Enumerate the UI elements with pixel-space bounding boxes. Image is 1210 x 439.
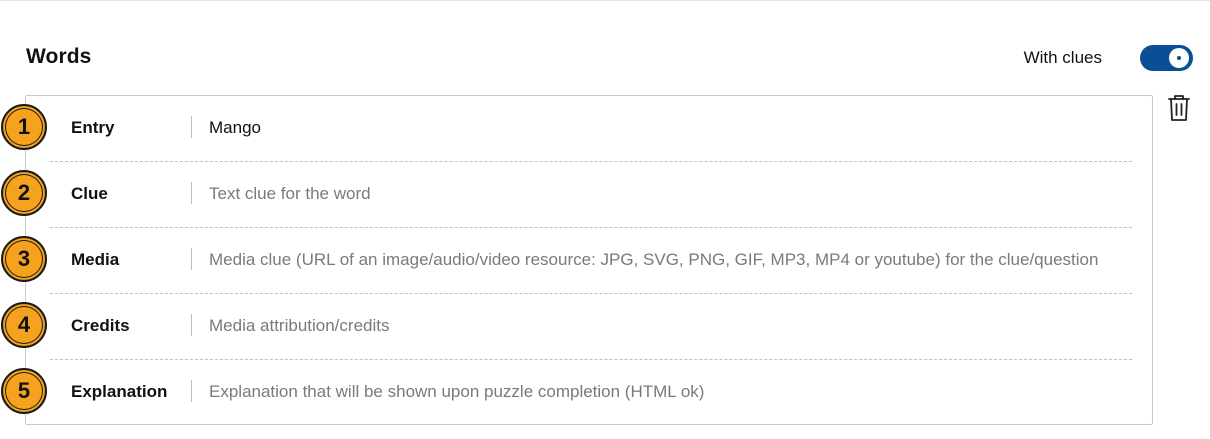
- word-field-row-explanation: 5 Explanation: [1, 360, 1154, 426]
- clues-toggle-label: With clues: [1023, 48, 1102, 67]
- field-label: Credits: [71, 316, 130, 335]
- field-divider: [191, 116, 192, 138]
- credits-input[interactable]: [209, 312, 1099, 340]
- toggle-knob: [1169, 48, 1189, 68]
- word-field-row-media: 3 Media: [1, 228, 1154, 294]
- field-label: Entry: [71, 118, 115, 137]
- word-card: 1 Entry 2 Clue 3 Media 4 Credits 5 Expla…: [1, 95, 1154, 426]
- explanation-input[interactable]: [209, 378, 1099, 406]
- clues-toggle-switch[interactable]: [1140, 45, 1193, 71]
- field-label: Explanation: [71, 382, 168, 401]
- word-field-row-credits: 4 Credits: [1, 294, 1154, 360]
- trash-icon[interactable]: [1166, 93, 1192, 123]
- top-divider: [0, 0, 1210, 1]
- field-divider: [191, 248, 192, 270]
- step-badge: 2: [1, 170, 47, 216]
- word-field-row-clue: 2 Clue: [1, 162, 1154, 228]
- clue-input[interactable]: [209, 180, 1099, 208]
- entry-input[interactable]: [209, 114, 1099, 142]
- field-label: Clue: [71, 184, 108, 203]
- step-badge: 4: [1, 302, 47, 348]
- field-label: Media: [71, 250, 120, 269]
- field-divider: [191, 314, 192, 336]
- clues-toggle-group: With clues: [1024, 43, 1193, 73]
- step-badge: 3: [1, 236, 47, 282]
- field-divider: [191, 182, 192, 204]
- media-input[interactable]: [209, 246, 1099, 274]
- step-badge: 5: [1, 368, 47, 414]
- page-title: Words: [26, 45, 92, 68]
- field-divider: [191, 380, 192, 402]
- step-badge: 1: [1, 104, 47, 150]
- word-field-row-entry: 1 Entry: [1, 96, 1154, 162]
